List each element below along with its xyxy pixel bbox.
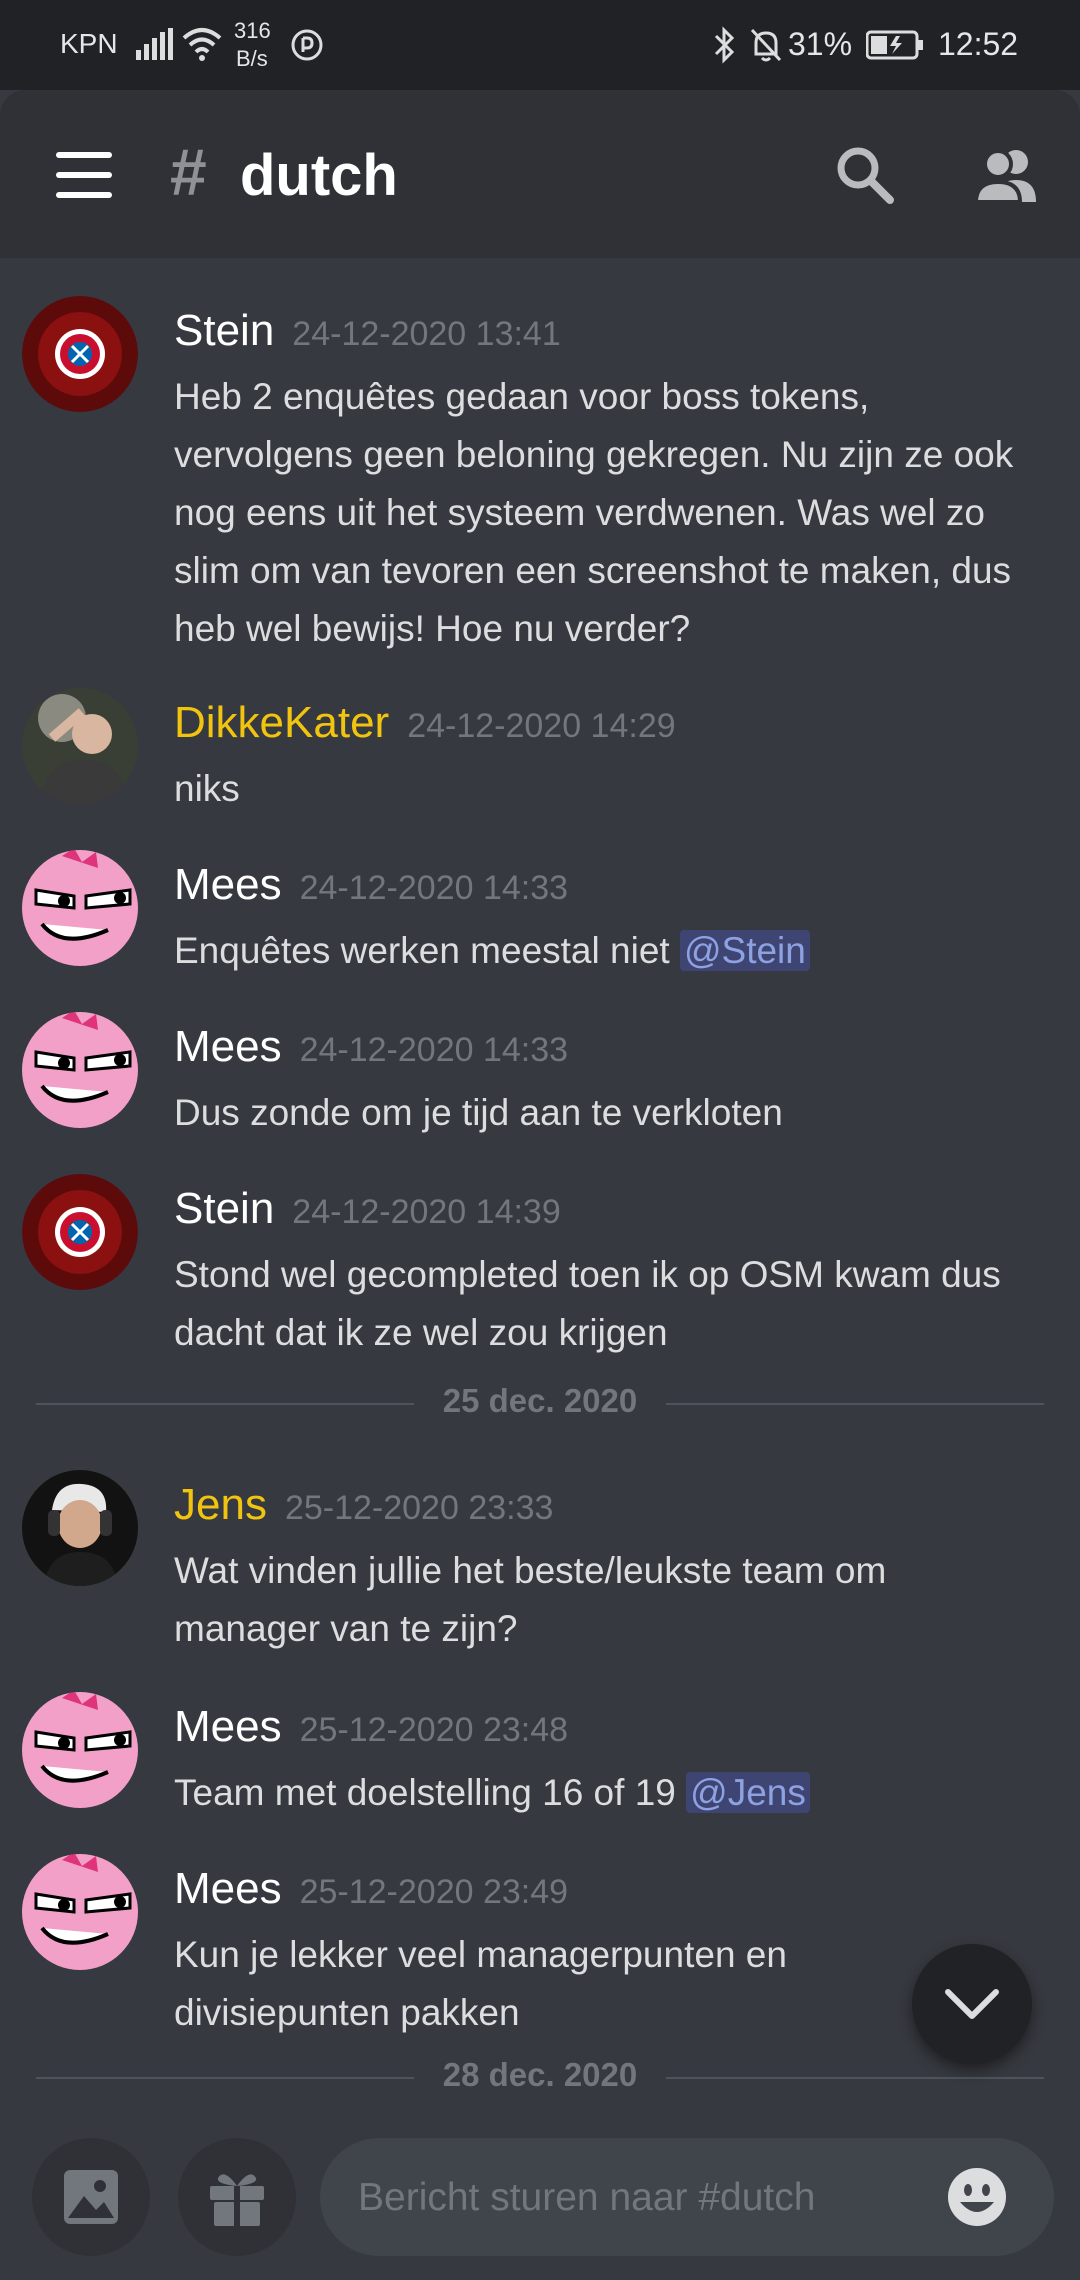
timestamp: 24-12-2020 14:33	[299, 1031, 569, 1069]
message-line: Heb 2 enquêtes gedaan voor boss tokens,	[174, 376, 870, 417]
message-line: nog eens uit het systeem verdwenen. Was …	[174, 492, 985, 533]
date-divider-label: 25 dec. 2020	[442, 1382, 638, 1419]
message-content: Wat vinden jullie het beste/leukste team…	[174, 1542, 1054, 1658]
timestamp: 25-12-2020 23:33	[284, 1489, 554, 1527]
message-header: Jens 25-12-2020 23:33	[174, 1480, 553, 1530]
message-header: Mees 25-12-2020 23:49	[174, 1864, 568, 1914]
data-saver-icon	[291, 29, 323, 61]
timestamp: 25-12-2020 23:49	[299, 1873, 569, 1911]
search-icon[interactable]	[834, 144, 896, 206]
author-name[interactable]: Mees	[174, 1864, 282, 1913]
timestamp: 25-12-2020 23:48	[299, 1711, 569, 1749]
message-text: Enquêtes werken meestal niet	[174, 930, 680, 971]
avatar-stein[interactable]	[22, 296, 138, 412]
message-header: Mees 25-12-2020 23:48	[174, 1702, 568, 1752]
battery-percent: 31%	[788, 26, 853, 62]
date-divider: 25 dec. 2020	[36, 1378, 1044, 1428]
fc-bayern-logo-icon	[22, 296, 138, 412]
pink-face-avatar-icon	[22, 1012, 138, 1128]
hamburger-menu-icon[interactable]	[56, 152, 112, 198]
pink-face-avatar-icon	[22, 1854, 138, 1970]
message-line: Dus zonde om je tijd aan te verkloten	[174, 1092, 783, 1133]
avatar-stein[interactable]	[22, 1174, 138, 1290]
channel-title: dutch	[240, 143, 398, 208]
author-name[interactable]: Mees	[174, 860, 282, 909]
message-composer	[0, 2112, 1080, 2280]
message-line: dacht dat ik ze wel zou krijgen	[174, 1312, 668, 1353]
avatar-jens[interactable]	[22, 1470, 138, 1586]
message-line: manager van te zijn?	[174, 1608, 518, 1649]
message-line: niks	[174, 768, 240, 809]
pink-face-avatar-icon	[22, 1692, 138, 1808]
gift-button[interactable]	[178, 2138, 296, 2256]
timestamp: 24-12-2020 14:33	[299, 869, 569, 907]
user-photo-icon	[22, 688, 138, 804]
message-header: Stein 24-12-2020 13:41	[174, 306, 561, 356]
message-text: Team met doelstelling 16 of 19	[174, 1772, 687, 1813]
avatar-mees[interactable]	[22, 1692, 138, 1808]
message-header: Mees 24-12-2020 14:33	[174, 860, 568, 910]
message-line: Wat vinden jullie het beste/leukste team…	[174, 1550, 887, 1591]
message-content: Heb 2 enquêtes gedaan voor boss tokens, …	[174, 368, 1054, 658]
message-header: Stein 24-12-2020 14:39	[174, 1184, 561, 1234]
mute-bell-icon	[750, 28, 782, 62]
wifi-icon	[182, 28, 222, 61]
carrier-label: KPN	[60, 28, 118, 59]
pink-face-avatar-icon	[22, 850, 138, 966]
author-name[interactable]: Stein	[174, 1184, 274, 1233]
author-name[interactable]: Jens	[174, 1480, 267, 1529]
image-icon	[64, 2170, 118, 2224]
avatar-mees[interactable]	[22, 850, 138, 966]
user-mention[interactable]: @Stein	[679, 930, 810, 971]
channel-header: # dutch	[0, 90, 1080, 258]
date-divider-label: 28 dec. 2020	[442, 2056, 638, 2093]
timestamp: 24-12-2020 14:39	[292, 1193, 561, 1231]
timestamp: 24-12-2020 13:41	[292, 315, 561, 353]
jump-to-present-button[interactable]	[912, 1944, 1032, 2064]
message-line: slim om van tevoren een screenshot te ma…	[174, 550, 1012, 591]
date-divider: 28 dec. 2020	[36, 2052, 1044, 2102]
message-content: Enquêtes werken meestal niet @Stein	[174, 922, 1054, 980]
message-header: Mees 24-12-2020 14:33	[174, 1022, 568, 1072]
emoji-icon[interactable]	[946, 2166, 1008, 2228]
avatar-mees[interactable]	[22, 1012, 138, 1128]
bluetooth-icon	[714, 26, 735, 64]
image-upload-button[interactable]	[32, 2138, 150, 2256]
channel-hash-symbol: #	[170, 135, 207, 209]
fc-bayern-logo-icon	[22, 1174, 138, 1290]
chevron-down-icon	[945, 1989, 999, 2019]
battery-icon	[866, 30, 923, 60]
user-mention[interactable]: @Jens	[686, 1772, 810, 1813]
author-name[interactable]: Stein	[174, 306, 274, 355]
message-header: DikkeKater 24-12-2020 14:29	[174, 698, 676, 748]
user-photo-icon	[22, 1470, 138, 1586]
message-content: Dus zonde om je tijd aan te verkloten	[174, 1084, 1054, 1142]
message-content: Stond wel gecompleted toen ik op OSM kwa…	[174, 1246, 1054, 1362]
message-line: Stond wel gecompleted toen ik op OSM kwa…	[174, 1254, 1001, 1295]
author-name[interactable]: Mees	[174, 1022, 282, 1071]
avatar-dikkekater[interactable]	[22, 688, 138, 804]
message-input-container[interactable]	[320, 2138, 1054, 2258]
message-line: vervolgens geen beloning gekregen. Nu zi…	[174, 434, 1014, 475]
gift-icon	[210, 2174, 264, 2226]
members-icon[interactable]	[974, 146, 1040, 204]
message-content: Team met doelstelling 16 of 19 @Jens	[174, 1764, 1054, 1822]
message-input[interactable]	[356, 2138, 920, 2258]
author-name[interactable]: Mees	[174, 1702, 282, 1751]
avatar-mees[interactable]	[22, 1854, 138, 1970]
signal-icon	[136, 28, 173, 60]
network-speed-value: 316	[234, 18, 271, 43]
clock-time: 12:52	[938, 26, 1019, 62]
message-content: niks	[174, 760, 1054, 818]
network-speed-unit: B/s	[236, 46, 268, 71]
author-name[interactable]: DikkeKater	[174, 698, 389, 747]
message-line: heb wel bewijs! Hoe nu verder?	[174, 608, 691, 649]
status-bar: KPN 316 B/s 31% 12:52	[0, 0, 1080, 90]
timestamp: 24-12-2020 14:29	[407, 707, 676, 745]
